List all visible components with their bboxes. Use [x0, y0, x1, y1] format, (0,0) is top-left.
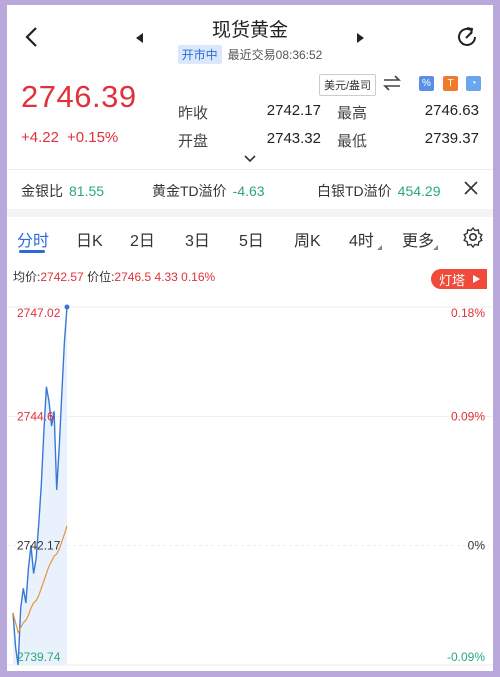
y-tick-label-right: -0.09% [447, 650, 485, 664]
tab-4hour[interactable]: 4时 [349, 227, 374, 251]
refresh-button[interactable] [453, 23, 481, 51]
header: 现货黄金 开市中 最近交易08:36:52 [7, 5, 493, 69]
y-tick-label-left: 2744.6 [17, 409, 54, 423]
y-tick-label-right: 0.09% [451, 409, 485, 423]
low-value: 2739.37 [424, 130, 479, 147]
app-frame: 现货黄金 开市中 最近交易08:36:52 2746.39 +4.22 +0.15%… [7, 5, 493, 671]
high-label: 最高 [337, 105, 368, 122]
price-change-row: +4.22 +0.15% [21, 129, 118, 146]
tab-daily-k[interactable]: 日K [76, 227, 103, 251]
gold-silver-label: 金银比 [21, 183, 63, 199]
chart-info-line: 均价:2742.57 价位:2746.5 4.33 0.16% [13, 268, 215, 285]
tab-weekly-k[interactable]: 周K [294, 227, 321, 251]
tab-3day[interactable]: 3日 [185, 227, 210, 251]
next-instrument-button[interactable] [353, 31, 367, 45]
cursor-percent: 0.16% [181, 270, 216, 284]
chart-tabs: 分时 日K 2日 3日 5日 周K 4时 更多 [7, 217, 493, 257]
refresh-icon [458, 27, 476, 46]
prev-close-label: 昨收 [178, 105, 209, 122]
active-tab-indicator [19, 250, 45, 253]
play-icon [473, 275, 481, 283]
y-tick-label-left: 2742.17 [17, 539, 61, 553]
open-label: 开盘 [178, 133, 209, 150]
open-value: 2743.32 [266, 130, 321, 147]
page-title: 现货黄金 [211, 20, 288, 41]
intraday-chart[interactable]: 2747.02 2744.6 2742.17 2739.74 0.18% 0.09% 0% -… [7, 287, 493, 671]
silver-td-label: 白银TD溢价 [317, 183, 392, 199]
gold-td-premium: 黄金TD溢价 -4.63 [152, 181, 265, 201]
unit-button[interactable]: 美元/盎司 [319, 74, 377, 96]
cursor-change: 4.33 [154, 270, 178, 284]
silver-td-premium: 白银TD溢价 454.29 [317, 181, 441, 201]
clock-icon[interactable]: ◔ [466, 76, 481, 91]
close-icon [464, 181, 478, 195]
avg-value: 2742.57 [40, 270, 84, 284]
chart-settings-button[interactable] [462, 226, 484, 253]
y-tick-label-left: 2739.74 [17, 650, 61, 664]
last-trade-time: 最近交易08:36:52 [227, 48, 323, 62]
low-label: 最低 [337, 133, 368, 150]
gear-icon [463, 226, 483, 249]
silver-td-value: 454.29 [397, 183, 441, 199]
ratio-row: 金银比 81.55 黄金TD溢价 -4.63 白银TD溢价 454.29 [7, 169, 493, 209]
swap-unit-button[interactable] [382, 73, 402, 93]
tab-intraday[interactable]: 分时 [17, 227, 49, 251]
expand-quote-button[interactable] [243, 151, 257, 163]
tab-more[interactable]: 更多 [402, 227, 434, 251]
y-tick-label-right: 0% [468, 539, 486, 553]
lighthouse-label: 灯塔 [439, 272, 466, 288]
chevron-down-icon [244, 155, 256, 163]
prev-close-value: 2742.17 [266, 102, 321, 119]
gold-silver-value: 81.55 [69, 183, 105, 199]
toolbox-icon[interactable]: T [443, 76, 458, 91]
cursor-price: 2746.5 [114, 270, 152, 284]
section-divider [7, 209, 493, 217]
price-change-percent: +0.15% [66, 129, 119, 146]
calculator-icon[interactable]: % [419, 76, 434, 91]
last-price-dot [64, 304, 70, 310]
y-tick-label-left: 2747.02 [17, 306, 61, 320]
close-ratio-button[interactable] [463, 180, 479, 199]
gold-silver-ratio: 金银比 81.55 [21, 181, 104, 201]
triangle-right-icon [357, 33, 364, 43]
high-value: 2746.63 [424, 102, 479, 119]
y-tick-label-right: 0.18% [451, 306, 485, 320]
gold-td-value: -4.63 [232, 183, 265, 199]
gold-td-label: 黄金TD溢价 [152, 183, 227, 199]
market-status-badge: 开市中 [177, 45, 222, 64]
status-row: 开市中 最近交易08:36:52 [7, 45, 493, 64]
tab-2day[interactable]: 2日 [130, 227, 155, 251]
tab-5day[interactable]: 5日 [239, 227, 264, 251]
avg-label: 均价: [13, 270, 41, 284]
price-label: 价位: [87, 270, 115, 284]
price-change: +4.22 [21, 129, 59, 146]
swap-arrows-icon [383, 75, 401, 91]
current-price: 2746.39 [21, 79, 137, 114]
tab-4hour-dropdown-icon [377, 245, 382, 250]
lighthouse-button[interactable]: 灯塔 [431, 269, 487, 289]
tab-more-dropdown-icon [433, 245, 438, 250]
